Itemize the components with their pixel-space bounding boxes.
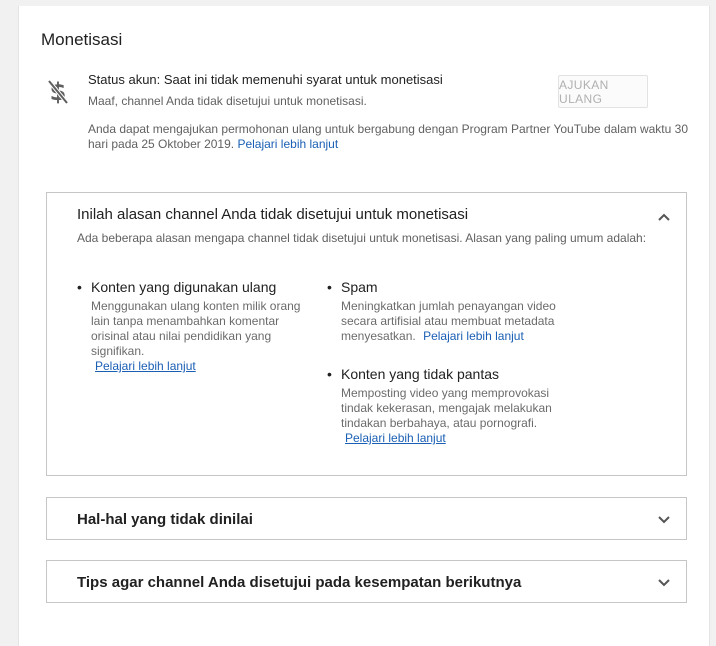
reason-item: Spam Meningkatkan jumlah penayangan vide… xyxy=(327,279,567,344)
no-dollar-icon: $ xyxy=(47,78,69,106)
reason-learn-more-link[interactable]: Pelajari lebih lanjut xyxy=(423,329,524,343)
reason-title: Spam xyxy=(327,279,567,295)
reason-item: Konten yang tidak pantas Memposting vide… xyxy=(327,366,567,446)
reasons-panel-title[interactable]: Inilah alasan channel Anda tidak disetuj… xyxy=(77,206,468,223)
reasons-panel: Inilah alasan channel Anda tidak disetuj… xyxy=(46,192,687,476)
reason-item: Konten yang digunakan ulang Menggunakan … xyxy=(77,279,317,374)
reason-learn-more-link[interactable]: Pelajari lebih lanjut xyxy=(327,431,567,446)
not-rated-panel[interactable]: Hal-hal yang tidak dinilai xyxy=(46,497,687,540)
reason-title: Konten yang digunakan ulang xyxy=(77,279,317,295)
status-message: Maaf, channel Anda tidak disetujui untuk… xyxy=(88,94,367,108)
tips-panel[interactable]: Tips agar channel Anda disetujui pada ke… xyxy=(46,560,687,603)
appeal-note-text: Anda dapat mengajukan permohonan ulang u… xyxy=(88,122,688,151)
reasons-intro: Ada beberapa alasan mengapa channel tida… xyxy=(77,231,647,245)
page-title: Monetisasi xyxy=(41,30,123,49)
monetization-card: Monetisasi $ Status akun: Saat ini tidak… xyxy=(18,6,710,646)
account-status: Status akun: Saat ini tidak memenuhi sya… xyxy=(88,72,443,87)
reason-description: Memposting video yang memprovokasi tinda… xyxy=(341,386,552,430)
chevron-up-icon[interactable] xyxy=(658,213,670,221)
tips-panel-title[interactable]: Tips agar channel Anda disetujui pada ke… xyxy=(77,574,521,591)
not-rated-panel-title[interactable]: Hal-hal yang tidak dinilai xyxy=(77,511,253,528)
reason-description: Menggunakan ulang konten milik orang lai… xyxy=(91,299,301,358)
chevron-down-icon[interactable] xyxy=(658,579,670,587)
appeal-note: Anda dapat mengajukan permohonan ulang u… xyxy=(88,122,688,152)
reason-description: Meningkatkan jumlah penayangan video sec… xyxy=(327,299,567,344)
reason-title: Konten yang tidak pantas xyxy=(327,366,567,382)
reason-learn-more-link[interactable]: Pelajari lebih lanjut xyxy=(77,359,317,374)
chevron-down-icon[interactable] xyxy=(658,516,670,524)
appeal-button[interactable]: AJUKAN ULANG xyxy=(558,75,648,108)
learn-more-link[interactable]: Pelajari lebih lanjut xyxy=(237,137,338,151)
